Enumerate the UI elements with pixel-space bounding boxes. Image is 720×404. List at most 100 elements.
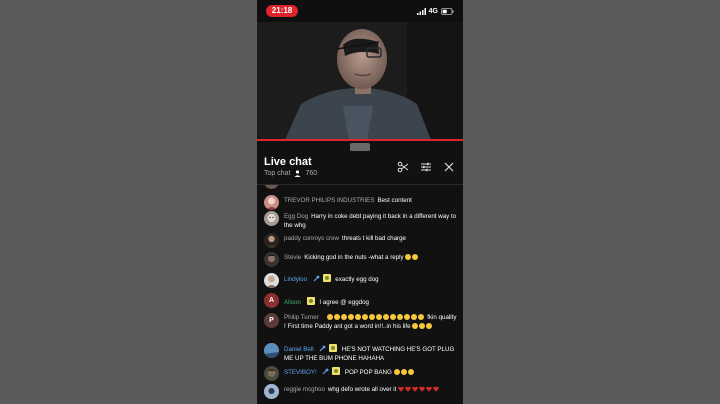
- message-author[interactable]: Egg Dog: [284, 213, 308, 220]
- wrench-icon: [319, 345, 326, 352]
- message-author[interactable]: Philip Turner: [284, 314, 319, 321]
- message-body: Egg Dog Harry in coke debt paying it back…: [284, 212, 459, 230]
- avatar-image: [266, 197, 277, 210]
- live-chat-panel: Live chat Top chat 760 TREVOR PHILIPS IN…: [257, 141, 463, 404]
- message-emojis: [327, 314, 427, 321]
- tune-icon[interactable]: [420, 161, 432, 173]
- message-text: threats t kill bad charge: [342, 235, 407, 242]
- message-author[interactable]: Stevie: [284, 254, 301, 261]
- avatar: [264, 343, 279, 358]
- heart-icon: [412, 386, 418, 392]
- streamer-video-frame: [257, 22, 463, 140]
- avatar-image: [266, 235, 277, 248]
- laughing-emoji-icon: [390, 314, 397, 320]
- moderator-badge-icon: [329, 344, 338, 352]
- network-label: 4G: [428, 7, 438, 15]
- avatar: [264, 384, 279, 399]
- laughing-emoji-icon: [407, 369, 414, 375]
- laughing-emoji-icon: [397, 314, 404, 320]
- heart-icon: [405, 386, 411, 392]
- battery-icon: [441, 7, 454, 15]
- message-body: Stevie Kicking god in the nuts -what a re…: [284, 253, 459, 262]
- message-text: whg defo wrote all over it: [327, 386, 397, 393]
- message-text: I agree @ eggdog: [319, 299, 369, 306]
- avatar: [264, 211, 279, 226]
- laughing-emoji-icon: [404, 314, 411, 320]
- avatar: [264, 185, 279, 189]
- close-icon[interactable]: [443, 161, 455, 173]
- laughing-emoji-icon: [426, 323, 433, 329]
- heart-icon: [426, 386, 432, 392]
- laughing-emoji-icon: [418, 314, 425, 320]
- laughing-emoji-icon: [412, 323, 419, 329]
- avatar-image: [266, 275, 277, 288]
- avatar: [264, 366, 279, 381]
- chat-message-list[interactable]: TREVOR PHILIPS INDUSTRIES Best content Eg…: [257, 185, 463, 404]
- message-author[interactable]: reggie mcghoo: [284, 386, 325, 393]
- heart-icon: [419, 386, 425, 392]
- video-player[interactable]: [257, 22, 463, 140]
- laughing-emoji-icon: [393, 369, 400, 375]
- laughing-emoji-icon: [334, 314, 341, 320]
- avatar: [264, 273, 279, 288]
- message-text: Harry in coke debt paying it back in a d…: [284, 213, 457, 229]
- status-bar: 21:18 4G: [257, 0, 463, 22]
- message-author[interactable]: Alison: [284, 299, 301, 306]
- message-body: Alison I agree @ eggdog: [284, 297, 459, 307]
- heart-icon: [398, 386, 404, 392]
- avatar: A: [264, 293, 279, 308]
- phone-screen: 21:18 4G Live chat Top chat 760 TREVOR P…: [257, 0, 463, 404]
- status-indicators: 4G: [416, 6, 454, 16]
- laughing-emoji-icon: [376, 314, 383, 320]
- avatar: [264, 195, 279, 210]
- wrench-icon: [313, 275, 320, 282]
- message-body: TREVOR PHILIPS INDUSTRIES Best content: [284, 196, 459, 205]
- laughing-emoji-icon: [411, 314, 418, 320]
- chat-mode-label: Top chat: [264, 170, 291, 177]
- message-hearts: [398, 386, 440, 393]
- chat-mode-selector[interactable]: Top chat 760: [264, 170, 317, 177]
- wrench-icon: [322, 368, 329, 375]
- chat-title: Live chat: [264, 156, 312, 168]
- avatar: [264, 252, 279, 267]
- message-body: reggie mcghoo whg defo wrote all over it: [284, 385, 459, 394]
- message-body: Lindyloo exactly egg dog: [284, 274, 459, 284]
- message-author[interactable]: STEVIBOY!: [284, 369, 317, 376]
- laughing-emoji-icon: [419, 323, 426, 329]
- chat-header-actions: [397, 161, 455, 173]
- laughing-emoji-icon: [412, 254, 419, 260]
- scissors-icon[interactable]: [397, 161, 409, 173]
- message-author[interactable]: TREVOR PHILIPS INDUSTRIES: [284, 197, 374, 204]
- message-author[interactable]: paddy conroys crew: [284, 235, 339, 242]
- heart-icon: [433, 386, 439, 392]
- avatar: P: [264, 313, 279, 328]
- message-emojis: [393, 369, 415, 376]
- message-author[interactable]: Lindyloo: [284, 276, 307, 283]
- laughing-emoji-icon: [341, 314, 348, 320]
- laughing-emoji-icon: [405, 254, 412, 260]
- moderator-badge-icon: [322, 274, 331, 282]
- avatar-image: [264, 343, 279, 358]
- message-author[interactable]: Daniel Bell: [284, 346, 314, 353]
- moderator-badge-icon: [332, 367, 341, 375]
- laughing-emoji-icon: [348, 314, 355, 320]
- avatar-image: [264, 384, 279, 399]
- laughing-emoji-icon: [362, 314, 369, 320]
- avatar-letter: P: [269, 317, 274, 324]
- message-text: exactly egg dog: [335, 276, 379, 283]
- laughing-emoji-icon: [383, 314, 390, 320]
- avatar-image: [267, 214, 276, 222]
- viewer-icon: [294, 170, 301, 177]
- avatar-image: [267, 254, 276, 262]
- message-text: Kicking god in the nuts -what a reply: [304, 254, 404, 261]
- avatar-letter: A: [268, 297, 275, 304]
- signal-icon: [416, 7, 426, 15]
- message-text: Best content: [377, 197, 412, 204]
- avatar: [264, 233, 279, 248]
- drag-handle[interactable]: [350, 143, 370, 151]
- viewer-count: 760: [305, 170, 318, 177]
- status-time: 21:18: [266, 5, 298, 17]
- laughing-emoji-icon: [327, 314, 334, 320]
- message-body: Philip Turner fkin quality ! First time …: [284, 313, 459, 331]
- message-trailing-emojis: [412, 323, 433, 330]
